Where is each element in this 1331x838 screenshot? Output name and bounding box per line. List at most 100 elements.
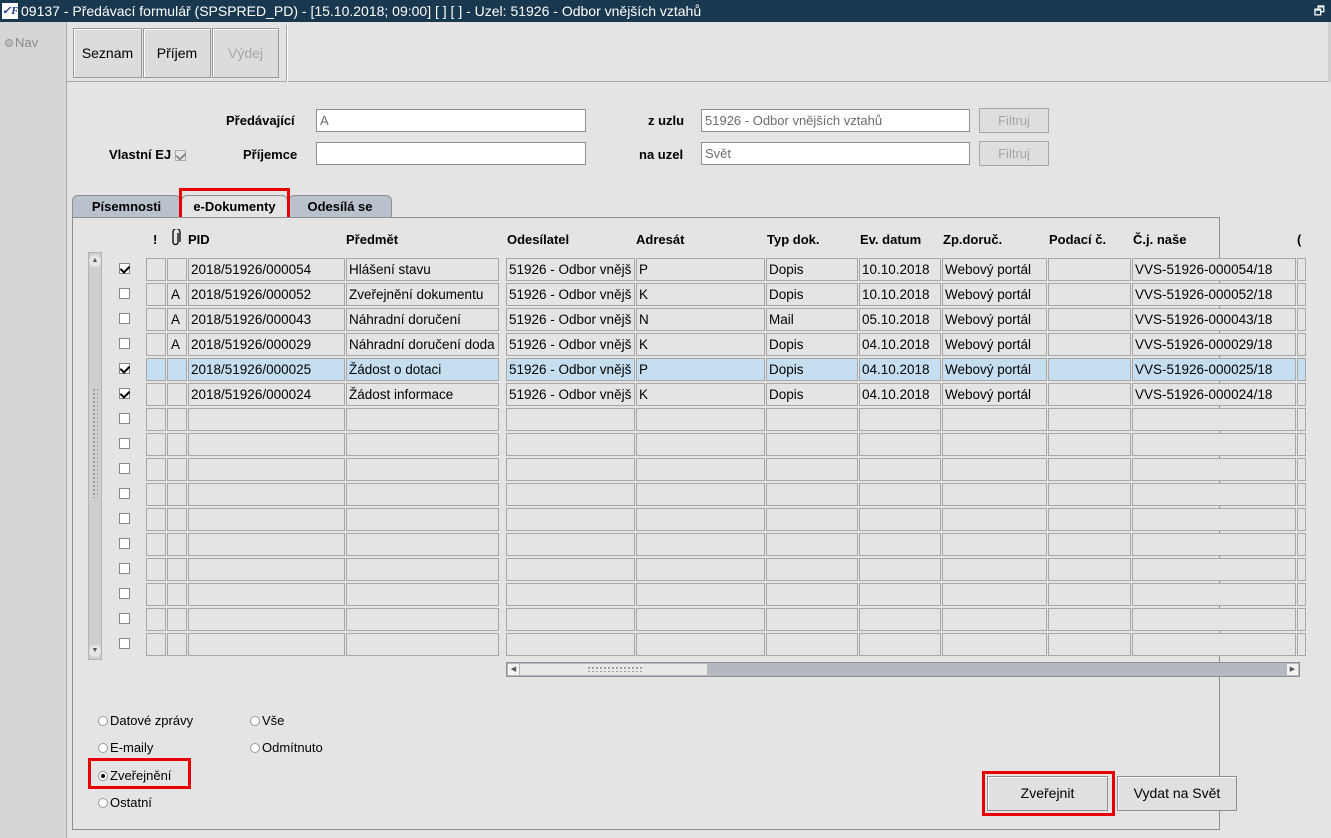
cell-cj[interactable]: VVS-51926-000025/18 [1132,358,1296,381]
cell-typ[interactable]: Dopis [766,358,858,381]
cell-odesilatel[interactable] [506,483,635,506]
cell-adresat[interactable] [636,633,765,656]
row-checkbox[interactable] [119,388,130,399]
cell-datum[interactable] [859,633,941,656]
cell-extra[interactable] [1297,633,1306,656]
cell-odesilatel[interactable] [506,508,635,531]
col-header-adresat[interactable]: Adresát [636,232,684,247]
cell-odesilatel[interactable] [506,433,635,456]
cell-cj[interactable]: VVS-51926-000052/18 [1132,283,1296,306]
cell-odesilatel[interactable] [506,583,635,606]
cell-extra[interactable] [1297,333,1306,356]
cell-podaci[interactable] [1048,458,1131,481]
cell-pid[interactable] [188,433,345,456]
cell-zpdoruc[interactable]: Webový portál [942,258,1047,281]
cell-excl[interactable] [146,408,166,431]
cell-cj[interactable]: VVS-51926-000054/18 [1132,258,1296,281]
cell-cj[interactable] [1132,583,1296,606]
cell-typ[interactable] [766,458,858,481]
row-checkbox[interactable] [119,538,130,549]
row-checkbox[interactable] [119,613,130,624]
na-uzel-input[interactable] [701,142,970,165]
table-row[interactable]: 2018/51926/000054 Hlášení stavu 51926 - Od… [67,257,1331,282]
table-row[interactable]: A 2018/51926/000052 Zveřejnění dokumentu 51… [67,282,1331,307]
table-row[interactable]: A 2018/51926/000029 Náhradní doručení doda… [67,332,1331,357]
cell-pid[interactable] [188,533,345,556]
cell-pid[interactable]: 2018/51926/000043 [188,308,345,331]
vydej-button[interactable]: Výdej [212,28,279,78]
cell-odesilatel[interactable]: 51926 - Odbor vnějš [506,258,635,281]
cell-adresat[interactable]: N [636,308,765,331]
cell-excl[interactable] [146,533,166,556]
col-header-typ[interactable]: Typ dok. [767,232,819,247]
table-row[interactable] [67,457,1331,482]
cell-cj[interactable] [1132,408,1296,431]
row-checkbox[interactable] [119,563,130,574]
cell-odesilatel[interactable]: 51926 - Odbor vnějš [506,283,635,306]
cell-typ[interactable] [766,433,858,456]
cell-pid[interactable] [188,633,345,656]
cell-attachment[interactable] [167,383,187,406]
table-row[interactable] [67,507,1331,532]
cell-excl[interactable] [146,283,166,306]
cell-typ[interactable] [766,483,858,506]
cell-excl[interactable] [146,508,166,531]
cell-datum[interactable] [859,558,941,581]
cell-extra[interactable] [1297,308,1306,331]
cell-datum[interactable] [859,508,941,531]
cell-attachment[interactable] [167,633,187,656]
row-checkbox[interactable] [119,463,130,474]
prijem-button[interactable]: Příjem [143,28,211,78]
cell-predmet[interactable] [346,583,499,606]
cell-typ[interactable]: Dopis [766,283,858,306]
cell-adresat[interactable] [636,608,765,631]
cell-datum[interactable]: 04.10.2018 [859,358,941,381]
radio-e-maily[interactable]: E-maily [98,740,153,755]
cell-extra[interactable] [1297,358,1306,381]
cell-attachment[interactable]: A [167,283,187,306]
cell-zpdoruc[interactable]: Webový portál [942,358,1047,381]
cell-datum[interactable] [859,408,941,431]
cell-excl[interactable] [146,558,166,581]
cell-podaci[interactable] [1048,533,1131,556]
cell-zpdoruc[interactable] [942,408,1047,431]
radio-zverejneni[interactable]: Zveřejnění [98,768,171,783]
table-row[interactable]: 2018/51926/000024 Žádost informace 51926 -… [67,382,1331,407]
table-row[interactable]: 2018/51926/000025 Žádost o dotaci 51926 - … [67,357,1331,382]
cell-datum[interactable] [859,608,941,631]
cell-pid[interactable] [188,558,345,581]
cell-odesilatel[interactable] [506,533,635,556]
cell-attachment[interactable] [167,258,187,281]
cell-attachment[interactable] [167,483,187,506]
cell-adresat[interactable] [636,483,765,506]
filtruj-z-uzlu-button[interactable]: Filtruj [979,108,1049,133]
cell-zpdoruc[interactable] [942,483,1047,506]
cell-podaci[interactable] [1048,408,1131,431]
cell-zpdoruc[interactable]: Webový portál [942,383,1047,406]
cell-typ[interactable] [766,608,858,631]
radio-datove-zpravy[interactable]: Datové zprávy [98,713,193,728]
cell-pid[interactable] [188,408,345,431]
cell-pid[interactable]: 2018/51926/000025 [188,358,345,381]
cell-datum[interactable] [859,533,941,556]
tab-e-dokumenty[interactable]: e-Dokumenty [181,195,288,219]
row-checkbox[interactable] [119,588,130,599]
cell-cj[interactable]: VVS-51926-000029/18 [1132,333,1296,356]
cell-cj[interactable] [1132,433,1296,456]
col-header-cj[interactable]: Č.j. naše [1133,232,1186,247]
cell-podaci[interactable] [1048,433,1131,456]
cell-zpdoruc[interactable] [942,508,1047,531]
cell-zpdoruc[interactable]: Webový portál [942,308,1047,331]
vydat-na-svet-button[interactable]: Vydat na Svět [1117,776,1237,811]
cell-excl[interactable] [146,608,166,631]
col-header-pid[interactable]: PID [188,232,210,247]
cell-zpdoruc[interactable]: Webový portál [942,283,1047,306]
cell-odesilatel[interactable] [506,458,635,481]
cell-extra[interactable] [1297,383,1306,406]
cell-zpdoruc[interactable] [942,633,1047,656]
cell-predmet[interactable] [346,633,499,656]
cell-pid[interactable]: 2018/51926/000024 [188,383,345,406]
cell-datum[interactable]: 05.10.2018 [859,308,941,331]
cell-extra[interactable] [1297,458,1306,481]
cell-pid[interactable] [188,608,345,631]
